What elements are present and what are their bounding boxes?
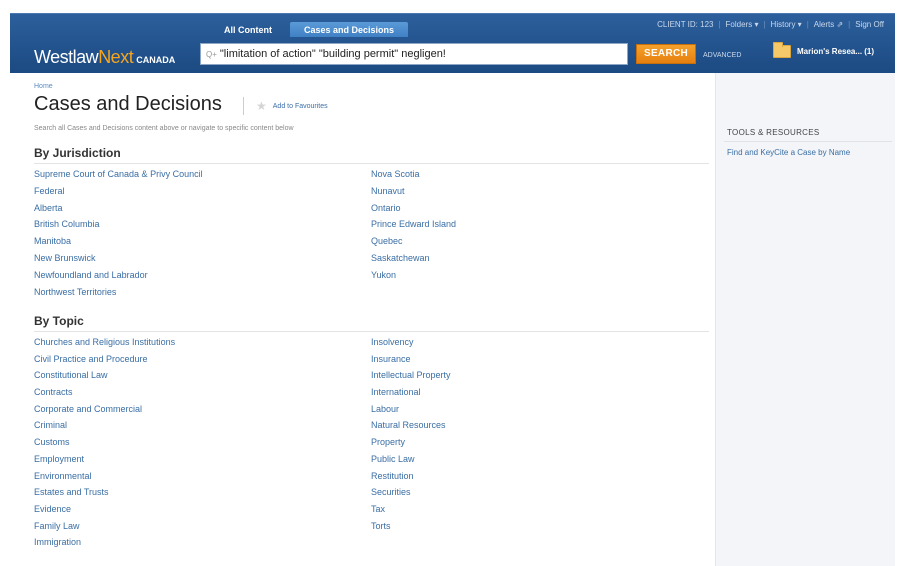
topic-link[interactable]: Insurance [371,351,451,368]
folder-name: Marion's Resea... (1) [797,47,875,56]
star-icon: ★ [256,99,267,113]
top-header: All Content Cases and Decisions CLIENT I… [10,13,895,73]
topic-link[interactable]: Intellectual Property [371,367,451,384]
topic-link[interactable]: Criminal [34,417,175,434]
westlawnext-canada-logo[interactable]: WestlawNext CANADA [34,47,175,68]
sidebar-divider [724,141,892,142]
topic-link[interactable]: Corporate and Commercial [34,401,175,418]
page-subtitle: Search all Cases and Decisions content a… [34,125,294,132]
topic-link[interactable]: Tax [371,501,451,518]
client-id-link[interactable]: CLIENT ID: 123 [652,20,718,29]
tools-sidebar: TOOLS & RESOURCES Find and KeyCite a Cas… [715,73,895,566]
topic-link[interactable]: Natural Resources [371,417,451,434]
jurisdiction-column-2: Nova Scotia Nunavut Ontario Prince Edwar… [371,166,456,284]
jurisdiction-link[interactable]: Prince Edward Island [371,216,456,233]
jurisdiction-link[interactable]: Nunavut [371,183,456,200]
topic-link[interactable]: Estates and Trusts [34,484,175,501]
topic-column-2: Insolvency Insurance Intellectual Proper… [371,334,451,534]
jurisdiction-column-1: Supreme Court of Canada & Privy Council … [34,166,203,300]
tab-all-content[interactable]: All Content [210,22,286,37]
jurisdiction-link[interactable]: Nova Scotia [371,166,456,183]
history-menu[interactable]: History ▾ [766,20,807,29]
topic-column-1: Churches and Religious Institutions Civi… [34,334,175,551]
topic-link[interactable]: Immigration [34,534,175,551]
search-input[interactable] [219,48,620,60]
topic-link[interactable]: Torts [371,518,451,535]
topic-heading: By Topic [34,314,84,328]
jurisdiction-link[interactable]: Manitoba [34,233,203,250]
jurisdiction-link[interactable]: Quebec [371,233,456,250]
topic-link[interactable]: Securities [371,484,451,501]
jurisdiction-link[interactable]: Ontario [371,200,456,217]
topic-link[interactable]: Customs [34,434,175,451]
jurisdiction-link[interactable]: Saskatchewan [371,250,456,267]
folder-icon [773,42,791,58]
jurisdiction-link[interactable]: Yukon [371,267,456,284]
jurisdiction-link[interactable]: New Brunswick [34,250,203,267]
content-tabs: All Content Cases and Decisions [210,22,409,37]
topic-link[interactable]: Employment [34,451,175,468]
external-link-icon: ⇗ [836,20,844,29]
topic-link[interactable]: Public Law [371,451,451,468]
topic-link[interactable]: Churches and Religious Institutions [34,334,175,351]
topic-link[interactable]: Family Law [34,518,175,535]
folders-menu[interactable]: Folders ▾ [721,20,764,29]
jurisdiction-link[interactable]: Newfoundland and Labrador [34,267,203,284]
sign-off-link[interactable]: Sign Off [850,20,889,29]
main-content: Home Cases and Decisions ★ Add to Favour… [10,73,715,566]
topic-link[interactable]: Restitution [371,468,451,485]
research-folder[interactable]: Marion's Resea... (1) [773,42,875,58]
search-box: Q+ [200,43,628,65]
advanced-search-link[interactable]: ADVANCED [703,52,741,59]
search-icon: Q+ [206,49,217,59]
section-divider [34,331,709,332]
jurisdiction-link[interactable]: Supreme Court of Canada & Privy Council [34,166,203,183]
topic-link[interactable]: Insolvency [371,334,451,351]
alerts-link[interactable]: Alerts ⇗ [809,20,848,29]
topic-link[interactable]: Labour [371,401,451,418]
add-to-favourites-button[interactable]: ★ Add to Favourites [256,99,328,113]
tab-cases-and-decisions[interactable]: Cases and Decisions [290,22,409,37]
search-button[interactable]: SEARCH [636,44,696,64]
jurisdiction-link[interactable]: Northwest Territories [34,284,203,301]
find-keycite-case-link[interactable]: Find and KeyCite a Case by Name [727,148,850,157]
breadcrumb-home[interactable]: Home [34,83,53,90]
page-title: Cases and Decisions [34,93,222,115]
logo-westlaw: Westlaw [34,47,99,67]
topic-link[interactable]: Contracts [34,384,175,401]
topic-link[interactable]: Civil Practice and Procedure [34,351,175,368]
jurisdiction-link[interactable]: Federal [34,183,203,200]
jurisdiction-link[interactable]: British Columbia [34,216,203,233]
alerts-label: Alerts [813,20,835,29]
topic-link[interactable]: Evidence [34,501,175,518]
title-divider [243,97,244,115]
utility-bar: CLIENT ID: 123 | Folders ▾ | History ▾ | Al… [652,20,889,29]
jurisdiction-heading: By Jurisdiction [34,146,121,160]
logo-next: Next [98,47,134,67]
section-divider [34,163,709,164]
tools-resources-heading: TOOLS & RESOURCES [727,128,820,137]
logo-canada: CANADA [136,55,176,65]
jurisdiction-link[interactable]: Alberta [34,200,203,217]
topic-link[interactable]: Environmental [34,468,175,485]
topic-link[interactable]: Property [371,434,451,451]
favourites-label: Add to Favourites [272,102,328,110]
topic-link[interactable]: Constitutional Law [34,367,175,384]
topic-link[interactable]: International [371,384,451,401]
